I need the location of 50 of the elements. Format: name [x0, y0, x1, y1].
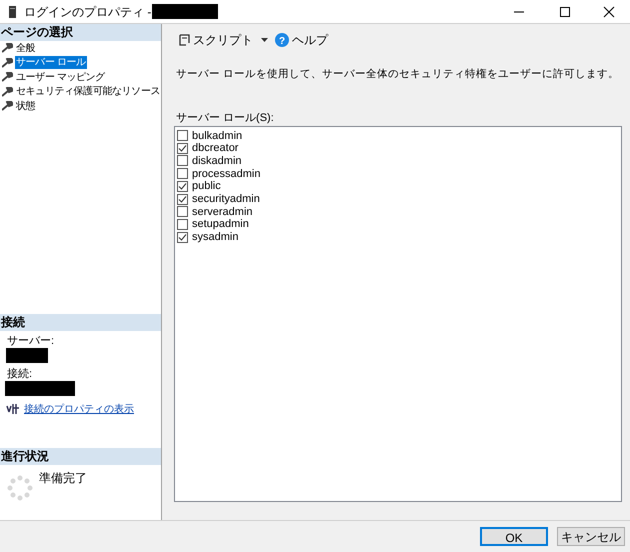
- page-item[interactable]: 状態: [15, 100, 36, 113]
- description-text: サーバー ロールを使用して、サーバー全体のセキュリティ特権をユーザーに許可します。: [175, 67, 620, 82]
- role-name: diskadmin: [192, 154, 242, 167]
- script-icon: [178, 34, 190, 46]
- status-text: 準備完了: [39, 470, 87, 487]
- wrench-icon: [2, 72, 13, 82]
- checkbox[interactable]: [177, 218, 188, 230]
- role-name: sysadmin: [192, 231, 238, 244]
- script-button[interactable]: スクリプト: [174, 31, 253, 49]
- page-item[interactable]: セキュリティ保護可能なリソース: [15, 85, 162, 98]
- checkbox[interactable]: [177, 130, 188, 142]
- window-title: ログインのプロパティ -: [24, 4, 152, 20]
- wrench-icon: [2, 43, 13, 54]
- connection-properties-link[interactable]: 接続のプロパティの表示: [24, 402, 134, 416]
- checkbox[interactable]: [177, 168, 188, 180]
- server-icon: [9, 6, 16, 18]
- close-icon[interactable]: [603, 6, 615, 18]
- field-label: サーバー:: [6, 334, 56, 348]
- dropdown-caret-icon[interactable]: [261, 38, 268, 42]
- checkbox[interactable]: [177, 206, 188, 218]
- role-name: bulkadmin: [192, 130, 242, 142]
- maximize-icon[interactable]: [559, 6, 571, 18]
- role-name: setupadmin: [192, 218, 249, 230]
- role-name: dbcreator: [192, 142, 238, 154]
- wrench-icon: [2, 101, 13, 112]
- section-header: 接続: [0, 314, 161, 330]
- dialog-button[interactable]: キャンセル: [557, 527, 625, 546]
- roles-label: サーバー ロール(S):: [175, 110, 275, 126]
- page-item[interactable]: 全般: [15, 42, 36, 55]
- plug-icon: [6, 404, 20, 414]
- checkbox[interactable]: [177, 142, 188, 154]
- help-button[interactable]: ? ヘルプ: [275, 31, 328, 49]
- wrench-icon: [2, 86, 13, 97]
- checkbox[interactable]: [177, 155, 188, 166]
- checkbox[interactable]: [177, 194, 188, 205]
- role-name: processadmin: [192, 168, 260, 180]
- role-name: public: [192, 180, 221, 192]
- page-item[interactable]: サーバー ロール: [15, 56, 87, 70]
- spinner-icon: [7, 475, 33, 501]
- role-name: securityadmin: [192, 193, 260, 206]
- checkbox[interactable]: [177, 232, 188, 243]
- section-header: ページの選択: [0, 24, 161, 41]
- page-item[interactable]: ユーザー マッピング: [15, 70, 106, 84]
- checkbox[interactable]: [177, 180, 188, 192]
- wrench-icon: [2, 58, 13, 68]
- field-label: 接続:: [6, 366, 34, 380]
- role-name: serveradmin: [192, 206, 253, 218]
- section-header: 進行状況: [0, 448, 161, 465]
- dialog-button[interactable]: OK: [480, 527, 548, 546]
- help-icon: ?: [275, 33, 289, 47]
